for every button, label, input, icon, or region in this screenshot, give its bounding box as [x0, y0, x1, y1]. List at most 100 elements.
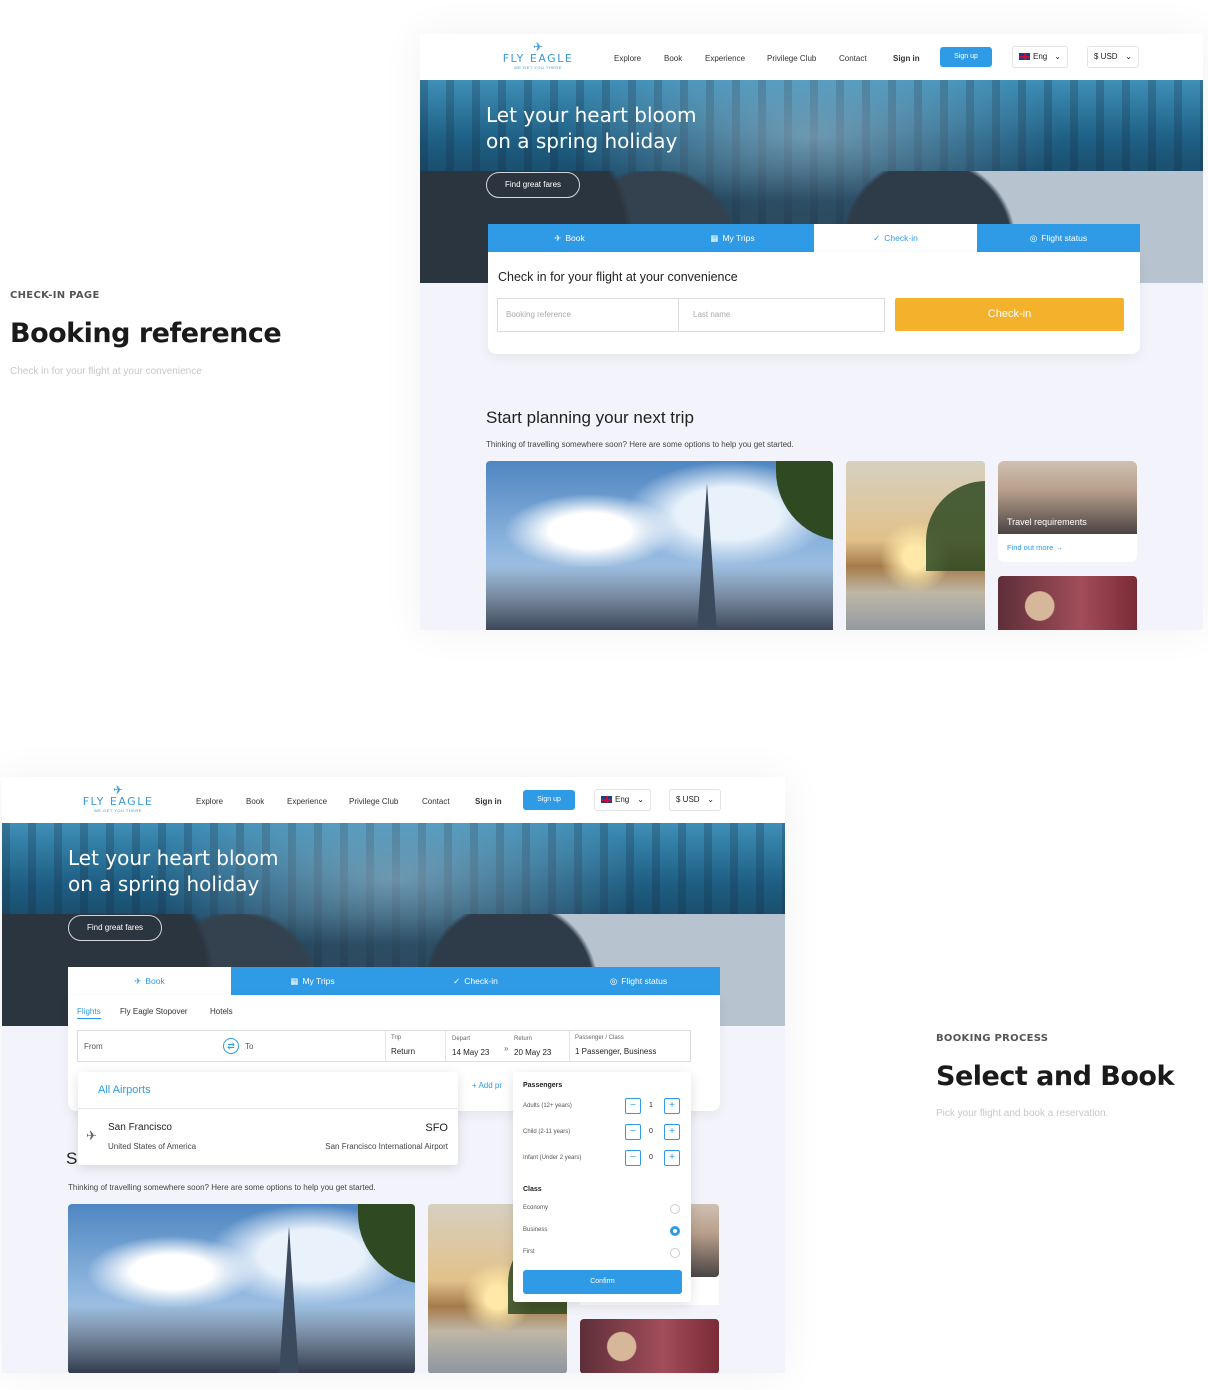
tab-label: Check-in: [884, 233, 918, 243]
economy-radio[interactable]: [670, 1204, 680, 1214]
tab-flight-status[interactable]: ◎ Flight status: [977, 224, 1140, 252]
infant-plus-button[interactable]: +: [664, 1150, 680, 1166]
tab-label: Flight status: [1041, 233, 1088, 243]
booking-tabbar: ✈ Book ▦ My Trips ✓ Check-in ◎ Flight status: [488, 224, 1140, 252]
trip-select[interactable]: Return: [391, 1047, 415, 1056]
section-subtitle-booking: Pick your flight and book a reservation.: [936, 1108, 1109, 1119]
first-radio[interactable]: [670, 1248, 680, 1258]
planning-heading-truncated: S: [66, 1149, 78, 1168]
adults-plus-button[interactable]: +: [664, 1098, 680, 1114]
depart-date[interactable]: 14 May 23: [452, 1048, 489, 1057]
top-nav: ✈ FLY EAGLE WE GET YOU THERE Explore Boo…: [420, 34, 1203, 80]
hero-title: Let your heart bloom on a spring holiday: [68, 845, 279, 897]
logo-name: FLY EAGLE: [82, 795, 154, 808]
checkin-card: Check in for your flight at your conveni…: [488, 252, 1140, 354]
sign-in-link[interactable]: Sign in: [475, 797, 502, 806]
tab-label: Book: [565, 233, 585, 243]
sign-up-button[interactable]: Sign up: [523, 790, 575, 810]
booking-reference-input[interactable]: Booking reference: [497, 298, 679, 332]
child-minus-button[interactable]: −: [625, 1124, 641, 1140]
nav-experience[interactable]: Experience: [287, 797, 327, 806]
depart-label: Depart: [452, 1036, 471, 1042]
from-input[interactable]: From: [84, 1042, 103, 1051]
burj-tower-shape: [279, 1226, 299, 1373]
plane-icon: ✈: [134, 976, 142, 986]
nav-experience[interactable]: Experience: [705, 54, 745, 63]
date-range-separator: »: [504, 1044, 509, 1053]
nav-privilege-club[interactable]: Privilege Club: [349, 797, 398, 806]
currency-select[interactable]: $ USD ⌄: [669, 789, 721, 811]
airport-code: SFO: [425, 1122, 448, 1134]
nav-explore[interactable]: Explore: [614, 54, 641, 63]
passengers-heading: Passengers: [523, 1082, 563, 1089]
section-title-booking: Select and Book: [936, 1061, 1174, 1092]
last-name-input[interactable]: Last name: [678, 298, 885, 332]
sign-up-button[interactable]: Sign up: [940, 47, 992, 67]
beach-image[interactable]: [846, 461, 985, 630]
logo[interactable]: ✈ FLY EAGLE WE GET YOU THERE: [78, 784, 158, 813]
search-row: From ⇄ To Trip Return Depart 14 May 23 »…: [77, 1030, 691, 1062]
logo-tagline: WE GET YOU THERE: [513, 65, 562, 70]
to-input[interactable]: To: [245, 1042, 253, 1051]
passenger-image[interactable]: [580, 1319, 719, 1373]
passenger-class-label: Passenger / Class: [575, 1035, 624, 1041]
section-label-checkin: CHECK-IN PAGE: [10, 290, 100, 301]
passenger-image[interactable]: [998, 576, 1137, 630]
divider: [445, 1031, 446, 1061]
nav-explore[interactable]: Explore: [196, 797, 223, 806]
language-select[interactable]: Eng ⌄: [594, 789, 651, 811]
tab-check-in[interactable]: ✓ Check-in: [394, 967, 557, 995]
logo[interactable]: ✈ FLY EAGLE WE GET YOU THERE: [498, 41, 578, 70]
check-in-button[interactable]: Check-in: [895, 298, 1124, 331]
adults-minus-button[interactable]: −: [625, 1098, 641, 1114]
confirm-button[interactable]: Confirm: [523, 1270, 682, 1294]
all-airports-option[interactable]: All Airports: [98, 1084, 151, 1096]
nav-privilege-club[interactable]: Privilege Club: [767, 54, 816, 63]
check-circle-icon: ✓: [453, 976, 461, 986]
tab-my-trips[interactable]: ▦ My Trips: [231, 967, 394, 995]
tab-book[interactable]: ✈ Book: [488, 224, 651, 252]
tab-label: My Trips: [722, 233, 755, 243]
language-value: Eng: [1033, 52, 1048, 61]
dubai-image[interactable]: [68, 1204, 415, 1373]
economy-label: Economy: [523, 1205, 549, 1211]
subtab-stopover[interactable]: Fly Eagle Stopover: [120, 1007, 188, 1016]
infant-minus-button[interactable]: −: [625, 1150, 641, 1166]
swap-icon[interactable]: ⇄: [223, 1038, 239, 1054]
hero-title-line1: Let your heart bloom: [486, 103, 697, 127]
calendar-icon: ▦: [290, 976, 299, 986]
tab-check-in[interactable]: ✓ Check-in: [814, 224, 977, 252]
travel-requirements-image[interactable]: Travel requirements: [998, 461, 1137, 534]
find-fares-button[interactable]: Find great fares: [68, 915, 162, 941]
return-label: Return: [514, 1036, 533, 1042]
nav-contact[interactable]: Contact: [422, 797, 450, 806]
language-select[interactable]: Eng ⌄: [1012, 46, 1068, 68]
nav-book[interactable]: Book: [246, 797, 264, 806]
subtab-hotels[interactable]: Hotels: [210, 1007, 233, 1016]
nav-contact[interactable]: Contact: [839, 54, 867, 63]
tab-book[interactable]: ✈ Book: [68, 967, 231, 995]
first-label: First: [523, 1249, 535, 1255]
top-nav: ✈ FLY EAGLE WE GET YOU THERE Explore Boo…: [2, 777, 785, 823]
add-promo-link[interactable]: + Add pr: [472, 1081, 502, 1090]
currency-select[interactable]: $ USD ⌄: [1087, 46, 1139, 68]
business-radio[interactable]: [670, 1226, 680, 1236]
palm-shape: [776, 461, 833, 541]
airports-dropdown: All Airports ✈ San Francisco SFO United …: [78, 1072, 458, 1165]
find-fares-button[interactable]: Find great fares: [486, 172, 580, 198]
section-subtitle-checkin: Check in for your flight at your conveni…: [10, 366, 202, 377]
dubai-image[interactable]: [486, 461, 833, 630]
airport-option-sfo[interactable]: ✈ San Francisco SFO United States of Ame…: [78, 1109, 458, 1165]
find-out-more-link[interactable]: Find out more →: [1007, 543, 1063, 552]
subtab-flights[interactable]: Flights: [77, 1007, 101, 1019]
adults-count: 1: [649, 1102, 653, 1109]
nav-book[interactable]: Book: [664, 54, 682, 63]
child-plus-button[interactable]: +: [664, 1124, 680, 1140]
return-date[interactable]: 20 May 23: [514, 1048, 551, 1057]
travel-requirements-caption: Travel requirements: [1007, 517, 1087, 527]
sign-in-link[interactable]: Sign in: [893, 54, 920, 63]
hero-title-line1: Let your heart bloom: [68, 846, 279, 870]
passenger-class-select[interactable]: 1 Passenger, Business: [575, 1047, 656, 1056]
tab-flight-status[interactable]: ◎ Flight status: [557, 967, 720, 995]
tab-my-trips[interactable]: ▦ My Trips: [651, 224, 814, 252]
